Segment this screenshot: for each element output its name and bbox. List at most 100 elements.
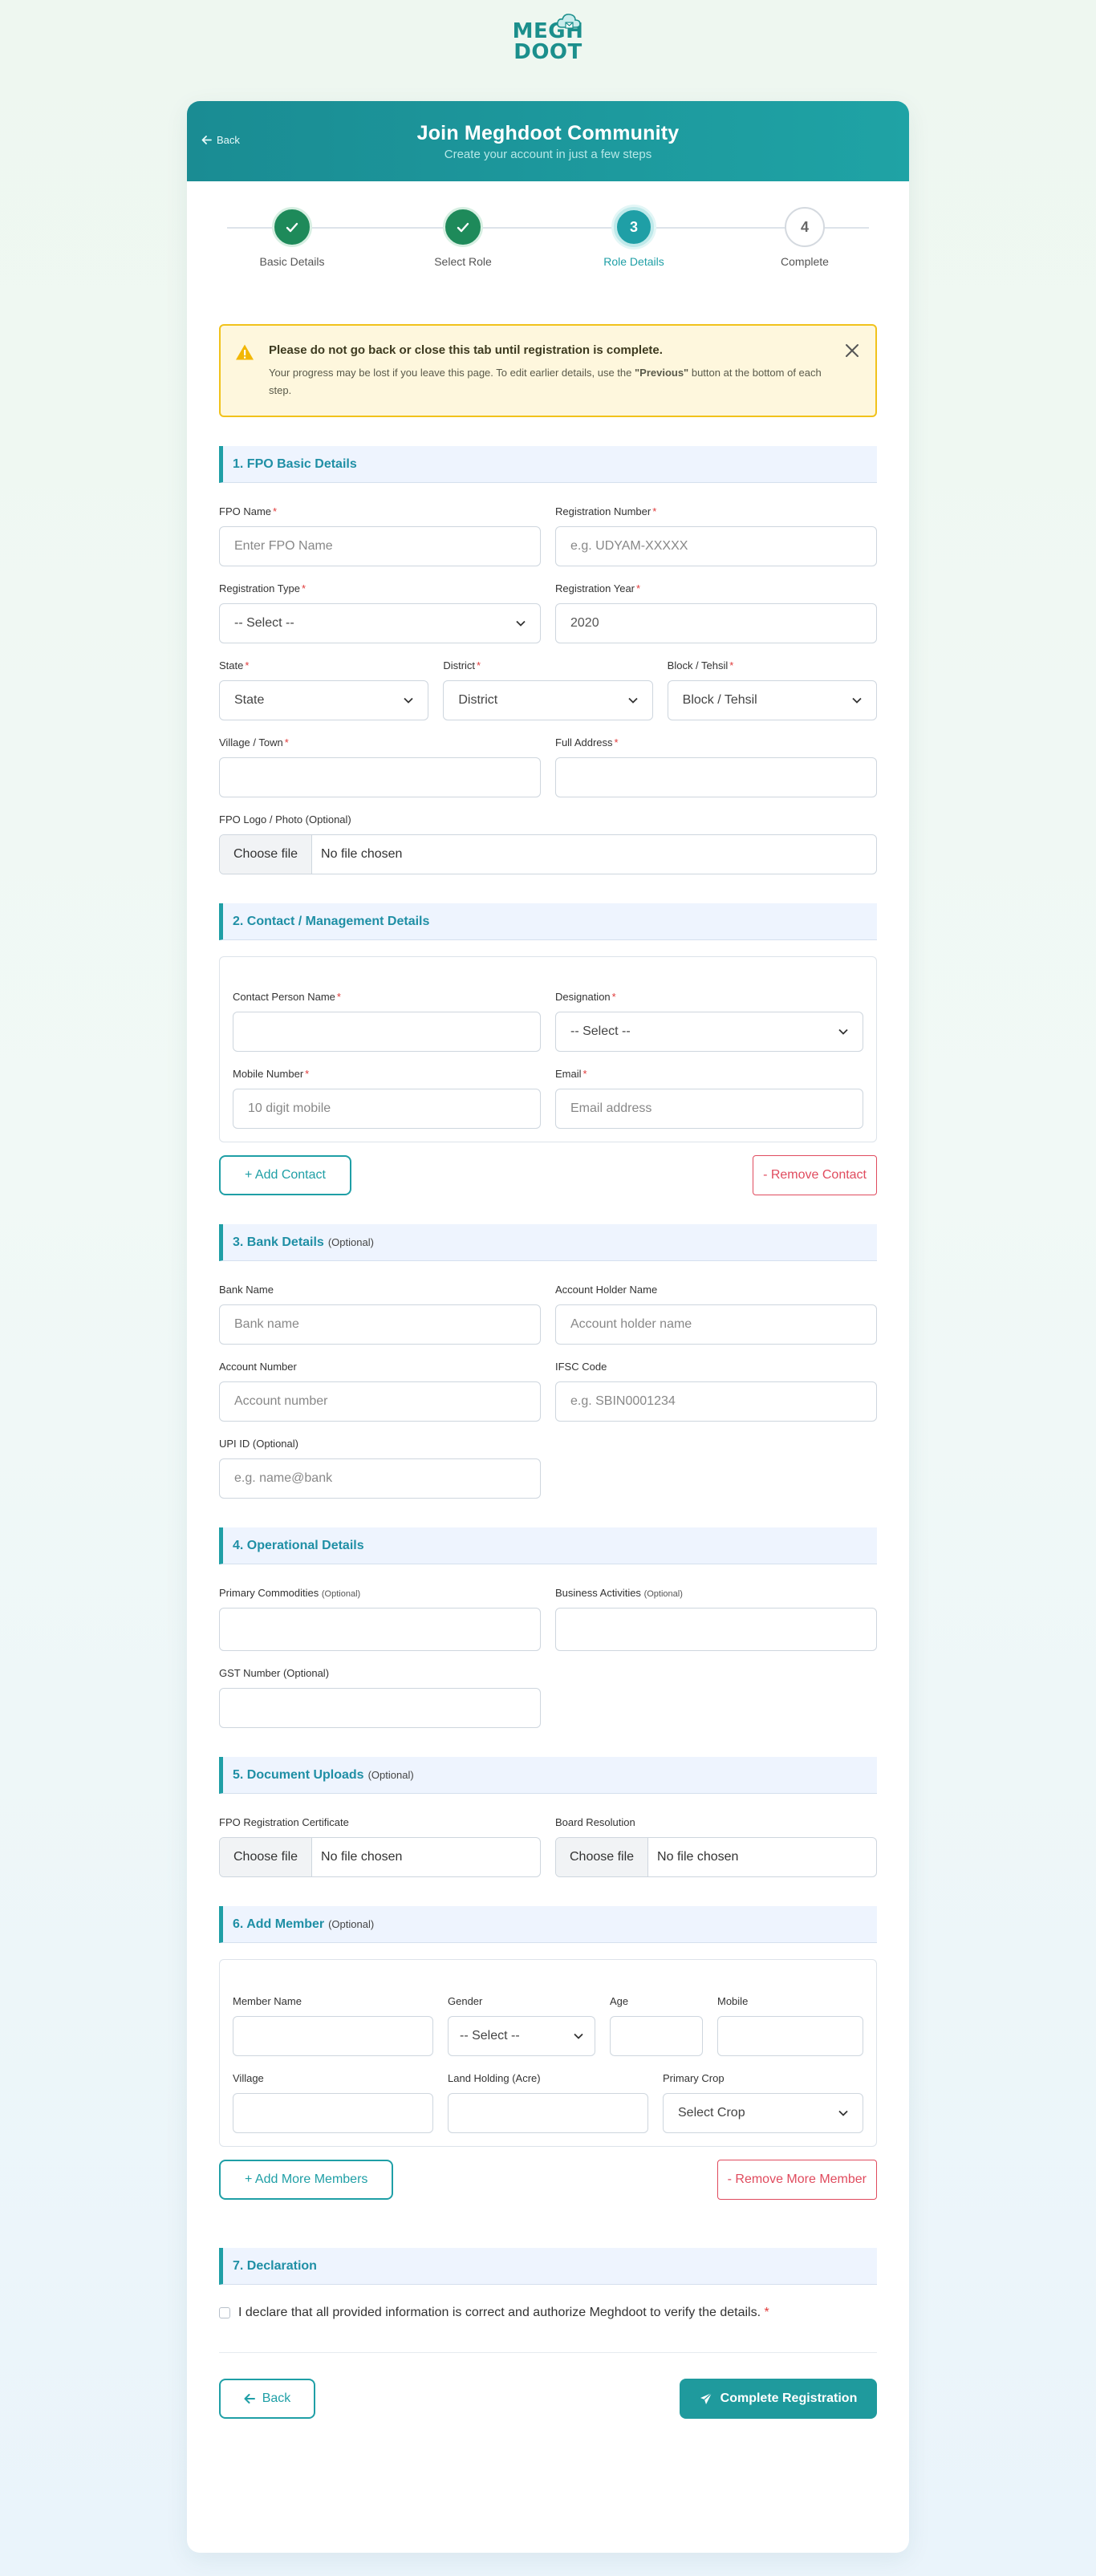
ifsc-code-label: IFSC Code <box>555 1361 607 1373</box>
step-2-label: Select Role <box>434 255 492 268</box>
step-4-circle: 4 <box>785 207 825 247</box>
registration-certificate-label: FPO Registration Certificate <box>219 1816 349 1828</box>
board-resolution-label: Board Resolution <box>555 1816 635 1828</box>
arrow-left-icon <box>201 136 212 144</box>
member-name-label: Member Name <box>233 1995 302 2007</box>
district-label: District * <box>443 659 481 671</box>
remove-contact-button[interactable]: - Remove Contact <box>753 1155 877 1195</box>
arrow-left-icon <box>244 2394 255 2404</box>
account-holder-input[interactable] <box>555 1304 877 1345</box>
fpo-name-label: FPO Name * <box>219 505 278 517</box>
declaration-checkbox[interactable] <box>219 2307 230 2318</box>
section-add-member: 6. Add Member (Optional) <box>219 1906 877 1943</box>
no-file-text: No file chosen <box>321 1850 403 1864</box>
back-button-label: Back <box>262 2391 291 2405</box>
primary-commodities-input[interactable] <box>219 1608 541 1651</box>
chevron-down-icon <box>516 620 526 627</box>
registration-year-input[interactable]: 2020 <box>555 603 877 643</box>
optional-tag: (Optional) <box>328 1918 375 1930</box>
designation-select[interactable]: -- Select -- <box>555 1012 863 1052</box>
business-activities-label: Business Activities (Optional) <box>555 1587 683 1599</box>
mobile-number-label: Mobile Number * <box>233 1068 310 1080</box>
state-select[interactable]: State <box>219 680 429 720</box>
remove-member-button[interactable]: - Remove More Member <box>716 2160 877 2200</box>
email-label: Email * <box>555 1068 587 1080</box>
upi-id-input[interactable] <box>219 1458 541 1499</box>
complete-registration-button[interactable]: Complete Registration <box>680 2379 877 2419</box>
ifsc-code-input[interactable] <box>555 1381 877 1422</box>
block-tehsil-select[interactable]: Block / Tehsil <box>667 680 877 720</box>
member-name-input[interactable] <box>233 2016 433 2056</box>
gender-label: Gender <box>448 1995 483 2007</box>
district-select[interactable]: District <box>443 680 653 720</box>
section-3-title: 3. Bank Details <box>233 1235 324 1249</box>
close-icon[interactable] <box>843 342 861 359</box>
section-4-title: 4. Operational Details <box>233 1538 364 1552</box>
choose-file-button[interactable]: Choose file <box>220 1838 313 1876</box>
gender-select[interactable]: -- Select -- <box>448 2016 595 2056</box>
logo-area: MEGH DOOT <box>0 0 1096 101</box>
registration-number-input[interactable] <box>555 526 877 566</box>
declaration-row: I declare that all provided information … <box>219 2306 877 2320</box>
contact-card: Contact Person Name * Designation * -- Sel… <box>219 956 877 1142</box>
no-file-text: No file chosen <box>657 1850 739 1864</box>
section-7-title: 7. Declaration <box>233 2258 317 2273</box>
land-holding-input[interactable] <box>448 2093 648 2133</box>
fpo-logo-file-input[interactable]: Choose file No file chosen <box>219 834 877 874</box>
village-town-label: Village / Town * <box>219 736 289 748</box>
warning-text-start: Your progress may be lost if you leave t… <box>269 367 635 379</box>
mobile-number-input[interactable] <box>233 1089 541 1129</box>
email-input[interactable] <box>555 1089 863 1129</box>
full-address-input[interactable] <box>555 757 877 797</box>
add-contact-button[interactable]: + Add Contact <box>219 1155 351 1195</box>
bank-name-input[interactable] <box>219 1304 541 1345</box>
divider <box>219 2352 877 2353</box>
village-input[interactable] <box>233 2093 433 2133</box>
header-back-link[interactable]: Back <box>201 134 240 146</box>
section-fpo-basic: 1. FPO Basic Details <box>219 446 877 483</box>
full-address-label: Full Address * <box>555 736 619 748</box>
fpo-name-input[interactable] <box>219 526 541 566</box>
header-back-label: Back <box>217 134 240 146</box>
board-resolution-file-input[interactable]: Choose file No file chosen <box>555 1837 877 1877</box>
choose-file-button[interactable]: Choose file <box>556 1838 649 1876</box>
village-town-input[interactable] <box>219 757 541 797</box>
warning-text: Your progress may be lost if you leave t… <box>269 364 827 400</box>
add-members-button[interactable]: + Add More Members <box>219 2160 394 2200</box>
section-bank: 3. Bank Details (Optional) <box>219 1224 877 1261</box>
step-2-circle <box>443 207 483 247</box>
declaration-text: I declare that all provided information … <box>238 2306 769 2319</box>
business-activities-input[interactable] <box>555 1608 877 1651</box>
back-button[interactable]: Back <box>219 2379 315 2419</box>
upi-id-label: UPI ID (Optional) <box>219 1438 298 1450</box>
section-declaration: 7. Declaration <box>219 2248 877 2285</box>
choose-file-button[interactable]: Choose file <box>220 835 313 874</box>
registration-certificate-file-input[interactable]: Choose file No file chosen <box>219 1837 541 1877</box>
account-number-label: Account Number <box>219 1361 297 1373</box>
primary-crop-select[interactable]: Select Crop <box>663 2093 863 2133</box>
member-mobile-input[interactable] <box>717 2016 863 2056</box>
chevron-down-icon <box>574 2033 583 2039</box>
age-label: Age <box>610 1995 629 2007</box>
section-2-title: 2. Contact / Management Details <box>233 914 430 928</box>
step-1-label: Basic Details <box>259 255 325 268</box>
check-icon <box>286 222 298 232</box>
warning-alert: Please do not go back or close this tab … <box>219 324 877 417</box>
registration-type-select[interactable]: -- Select -- <box>219 603 541 643</box>
fpo-logo-label: FPO Logo / Photo (Optional) <box>219 813 351 826</box>
account-number-input[interactable] <box>219 1381 541 1422</box>
meghdoot-logo: MEGH DOOT <box>512 11 584 67</box>
block-tehsil-label: Block / Tehsil * <box>667 659 734 671</box>
step-basic-details: Basic Details <box>236 207 348 268</box>
chevron-down-icon <box>838 2110 848 2116</box>
step-select-role: Select Role <box>407 207 519 268</box>
complete-registration-label: Complete Registration <box>720 2391 858 2405</box>
contact-person-input[interactable] <box>233 1012 541 1052</box>
optional-tag: (Optional) <box>327 1236 374 1248</box>
warning-icon <box>236 344 254 360</box>
form-footer: Back Complete Registration <box>219 2379 877 2419</box>
gst-number-input[interactable] <box>219 1688 541 1728</box>
primary-crop-label: Primary Crop <box>663 2072 725 2084</box>
registration-type-label: Registration Type * <box>219 582 306 594</box>
age-input[interactable] <box>610 2016 703 2056</box>
